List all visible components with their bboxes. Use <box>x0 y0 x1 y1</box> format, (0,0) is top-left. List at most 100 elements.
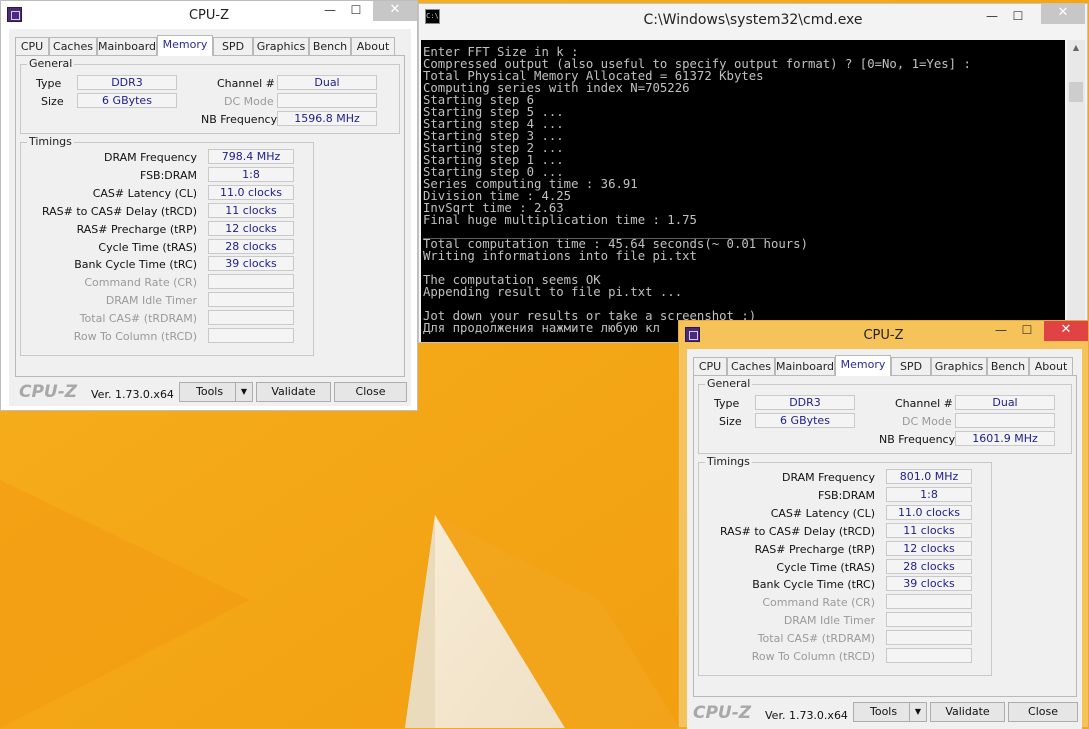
cpuz-logo: CPU-Z <box>19 382 78 402</box>
general-legend: General <box>27 57 75 70</box>
console-line: Writing informations into file pi.txt <box>423 249 697 263</box>
cpuz-right-body: CPU Caches Mainboard Memory SPD Graphics… <box>687 349 1082 729</box>
cpuz-window-left: CPU-Z — ☐ ✕ CPU Caches Mainboard Memory … <box>0 0 418 411</box>
timing-label: RAS# to CAS# Delay (tRCD) <box>719 524 875 538</box>
timing-value <box>208 310 294 326</box>
timing-value: 11 clocks <box>208 202 294 218</box>
timing-label: Total CAS# (tRDRAM) <box>757 632 875 646</box>
tab-mainboard[interactable]: Mainboard <box>97 37 157 55</box>
console-output[interactable]: Enter FFT Size in k : Compressed output (… <box>421 40 1065 342</box>
cpuz-right-titlebar[interactable]: CPU-Z — ☐ ✕ <box>679 321 1088 347</box>
close-button[interactable]: ✕ <box>1044 321 1088 341</box>
close-icon: ✕ <box>1057 5 1069 20</box>
cpuz-logo: CPU-Z <box>693 703 752 723</box>
dropdown-arrow-icon[interactable]: ▼ <box>909 703 926 721</box>
timing-value: 39 clocks <box>886 576 972 592</box>
tab-caches[interactable]: Caches <box>727 357 775 375</box>
tab-bench[interactable]: Bench <box>987 357 1029 375</box>
size-label: Size <box>41 95 64 108</box>
timing-label: RAS# Precharge (tRP) <box>754 542 875 556</box>
tab-memory[interactable]: Memory <box>835 355 891 376</box>
timing-label: CAS# Latency (CL) <box>92 186 197 200</box>
scroll-thumb[interactable] <box>1069 82 1083 102</box>
timing-label: Command Rate (CR) <box>762 596 875 610</box>
type-value: DDR3 <box>77 75 177 90</box>
channel-value: Dual <box>277 75 377 90</box>
validate-button[interactable]: Validate <box>256 382 331 402</box>
maximize-icon: ☐ <box>1021 323 1033 337</box>
tab-about[interactable]: About <box>1029 357 1073 375</box>
timing-label: Row To Column (tRCD) <box>73 330 197 343</box>
timings-legend: Timings <box>27 135 74 148</box>
dc-mode-value <box>955 413 1055 428</box>
close-button[interactable]: ✕ <box>373 1 417 21</box>
validate-button[interactable]: Validate <box>930 702 1005 722</box>
maximize-button[interactable]: ☐ <box>343 1 369 21</box>
tools-label: Tools <box>870 705 898 718</box>
maximize-icon: ☐ <box>350 3 362 17</box>
timing-label: RAS# to CAS# Delay (tRCD) <box>41 204 197 218</box>
console-text: Enter FFT Size in k : Compressed output (… <box>421 40 1065 334</box>
nb-frequency-label: NB Frequency <box>201 113 278 126</box>
close-icon: ✕ <box>389 2 401 17</box>
timing-label: DRAM Idle Timer <box>783 614 875 628</box>
timing-value <box>886 594 972 610</box>
tab-spd[interactable]: SPD <box>213 37 253 55</box>
tab-mainboard[interactable]: Mainboard <box>775 357 835 375</box>
tab-memory[interactable]: Memory <box>157 35 213 56</box>
channel-label: Channel # <box>217 77 275 90</box>
cmd-titlebar[interactable]: C:\ C:\Windows\system32\cmd.exe — ☐ ✕ <box>419 4 1087 38</box>
dc-mode-label: DC Mode <box>224 95 274 108</box>
tools-label: Tools <box>196 385 224 398</box>
tab-cpu[interactable]: CPU <box>15 37 49 55</box>
console-line: Appending result to file pi.txt ... <box>423 285 683 299</box>
timing-label: Row To Column (tRCD) <box>751 650 875 663</box>
minimize-button[interactable]: — <box>988 321 1014 341</box>
type-value: DDR3 <box>755 395 855 410</box>
nb-frequency-label: NB Frequency <box>879 433 956 446</box>
minimize-icon: — <box>995 323 1007 337</box>
memory-panel: General Type DDR3 Size 6 GBytes Channel … <box>693 375 1077 697</box>
timing-value: 1:8 <box>208 166 294 182</box>
timings-legend: Timings <box>705 455 752 468</box>
dc-mode-value <box>277 93 377 108</box>
size-label: Size <box>719 415 742 428</box>
scroll-up-icon[interactable]: ▲ <box>1067 40 1085 56</box>
timing-value: 801.0 MHz <box>886 469 972 484</box>
timing-label: Bank Cycle Time (tRC) <box>752 578 875 592</box>
version-label: Ver. 1.73.0.x64 <box>91 388 174 401</box>
cpuz-window-right: CPU-Z — ☐ ✕ CPU Caches Mainboard Memory … <box>678 320 1089 729</box>
maximize-button[interactable]: ☐ <box>1005 7 1031 27</box>
timing-label: FSB:DRAM <box>139 168 197 182</box>
tools-button[interactable]: Tools ▼ <box>179 382 253 402</box>
tab-about[interactable]: About <box>351 37 395 55</box>
maximize-button[interactable]: ☐ <box>1014 321 1040 341</box>
close-app-button[interactable]: Close <box>334 382 407 402</box>
size-value: 6 GBytes <box>755 413 855 428</box>
tab-graphics[interactable]: Graphics <box>931 357 987 375</box>
maximize-icon: ☐ <box>1012 9 1024 23</box>
timing-label: RAS# Precharge (tRP) <box>76 222 197 236</box>
close-button[interactable]: ✕ <box>1041 4 1085 24</box>
cpuz-left-titlebar[interactable]: CPU-Z — ☐ ✕ <box>1 1 417 27</box>
tab-cpu[interactable]: CPU <box>693 357 727 375</box>
tab-caches[interactable]: Caches <box>49 37 97 55</box>
timing-value <box>208 328 294 343</box>
console-scrollbar[interactable]: ▲ <box>1067 40 1085 342</box>
dropdown-arrow-icon[interactable]: ▼ <box>235 383 252 401</box>
type-label: Type <box>714 397 740 410</box>
tools-button[interactable]: Tools ▼ <box>853 702 927 722</box>
minimize-button[interactable]: — <box>317 1 343 21</box>
timing-value <box>886 630 972 646</box>
tab-spd[interactable]: SPD <box>891 357 931 375</box>
timing-label: Cycle Time (tRAS) <box>776 560 875 574</box>
tab-graphics[interactable]: Graphics <box>253 37 309 55</box>
timing-label: Cycle Time (tRAS) <box>98 240 197 254</box>
tab-bench[interactable]: Bench <box>309 37 351 55</box>
timing-value: 12 clocks <box>208 220 294 236</box>
minimize-button[interactable]: — <box>979 7 1005 27</box>
channel-value: Dual <box>955 395 1055 410</box>
timing-value <box>886 648 972 663</box>
timing-value: 28 clocks <box>208 238 294 254</box>
close-app-button[interactable]: Close <box>1008 702 1078 722</box>
